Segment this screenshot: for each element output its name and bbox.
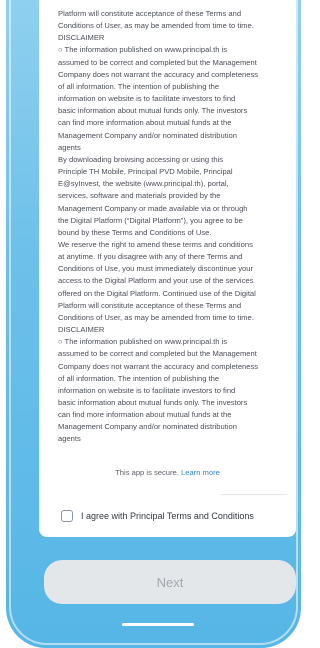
secure-text: This app is secure.	[115, 468, 179, 477]
divider	[221, 494, 287, 495]
learn-more-link[interactable]: Learn more	[181, 468, 220, 477]
next-button[interactable]: Next	[44, 560, 296, 604]
terms-card: Platform will constitute acceptance of t…	[39, 0, 296, 537]
home-indicator	[122, 623, 194, 626]
secure-notice: This app is secure. Learn more	[39, 468, 296, 477]
agree-label[interactable]: I agree with Principal Terms and Conditi…	[81, 511, 254, 521]
agree-row[interactable]: I agree with Principal Terms and Conditi…	[61, 508, 290, 524]
terms-text[interactable]: Platform will constitute acceptance of t…	[58, 8, 287, 457]
phone-frame: Platform will constitute acceptance of t…	[6, 0, 301, 648]
agree-checkbox[interactable]	[61, 510, 73, 522]
